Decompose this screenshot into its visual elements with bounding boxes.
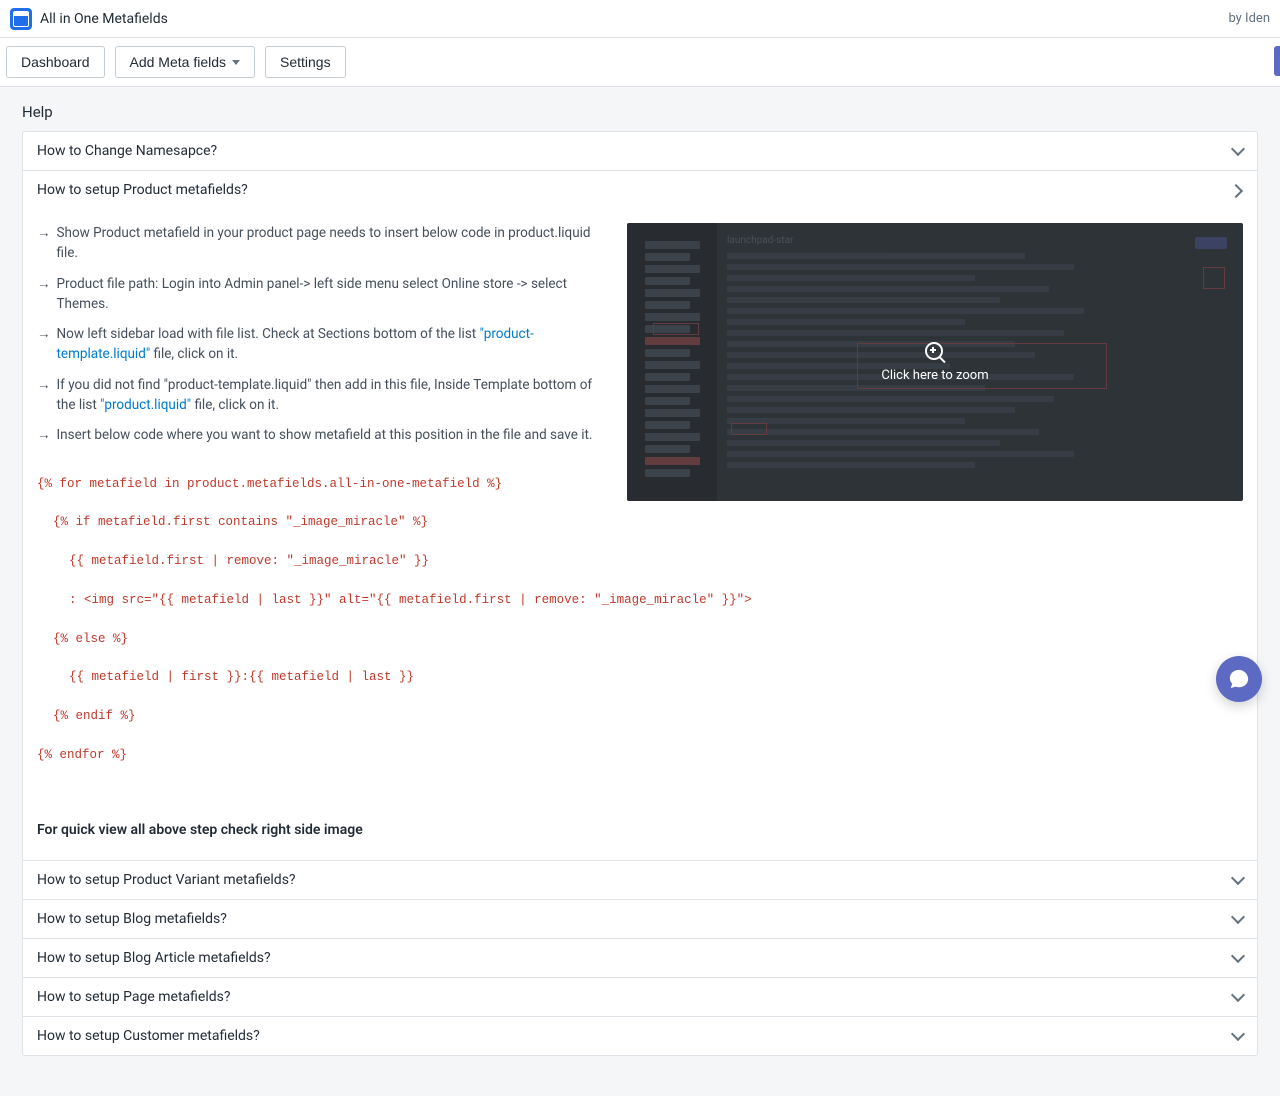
acc-title: How to Change Namesapce? bbox=[37, 143, 217, 159]
acc-header[interactable]: How to setup Page metafields? bbox=[23, 978, 1257, 1016]
help-accordion: How to Change Namesapce? How to setup Pr… bbox=[22, 131, 1258, 1056]
acc-header[interactable]: How to Change Namesapce? bbox=[23, 132, 1257, 170]
right-edge-button[interactable] bbox=[1274, 46, 1280, 76]
byline: by Iden bbox=[1228, 11, 1270, 26]
chat-icon bbox=[1228, 668, 1250, 690]
acc-item-variant: How to setup Product Variant metafields? bbox=[23, 861, 1257, 900]
chat-launcher[interactable] bbox=[1216, 656, 1262, 702]
chevron-down-icon bbox=[1233, 1031, 1243, 1041]
topbar: All in One Metafields by Iden bbox=[0, 0, 1280, 38]
acc-item-page: How to setup Page metafields? bbox=[23, 978, 1257, 1017]
chevron-right-icon bbox=[1233, 185, 1243, 195]
chevron-down-icon bbox=[1233, 875, 1243, 885]
step-text: Now left sidebar load with file list. Ch… bbox=[57, 324, 610, 365]
chevron-down-icon bbox=[1233, 914, 1243, 924]
arrow-icon: → bbox=[37, 425, 51, 445]
acc-header[interactable]: How to setup Product metafields? bbox=[23, 171, 1257, 209]
add-metafields-label: Add Meta fields bbox=[130, 54, 227, 70]
code-block: {% for metafield in product.metafields.a… bbox=[37, 455, 609, 804]
step-text: Product file path: Login into Admin pane… bbox=[57, 274, 610, 315]
step-text: If you did not find "product-template.li… bbox=[57, 375, 610, 416]
chevron-down-icon bbox=[232, 60, 240, 65]
arrow-icon: → bbox=[37, 375, 51, 416]
arrow-icon: → bbox=[37, 223, 51, 264]
app-title: All in One Metafields bbox=[40, 11, 168, 27]
acc-title: How to setup Customer metafields? bbox=[37, 1028, 260, 1044]
chevron-down-icon bbox=[1233, 146, 1243, 156]
acc-item-customer: How to setup Customer metafields? bbox=[23, 1017, 1257, 1055]
navbar: Dashboard Add Meta fields Settings bbox=[0, 38, 1280, 87]
acc-item-blog: How to setup Blog metafields? bbox=[23, 900, 1257, 939]
step-text: Insert below code where you want to show… bbox=[57, 425, 593, 445]
acc-header[interactable]: How to setup Product Variant metafields? bbox=[23, 861, 1257, 899]
dashboard-button[interactable]: Dashboard bbox=[6, 46, 105, 78]
acc-item-product: How to setup Product metafields? →Show P… bbox=[23, 171, 1257, 861]
zoom-label: Click here to zoom bbox=[881, 368, 988, 383]
screenshot-thumbnail[interactable]: launchpad-star bbox=[627, 223, 1243, 501]
acc-body: →Show Product metafield in your product … bbox=[23, 209, 1257, 860]
page-title: Help bbox=[0, 87, 1280, 131]
arrow-icon: → bbox=[37, 274, 51, 315]
acc-title: How to setup Blog Article metafields? bbox=[37, 950, 271, 966]
acc-title: How to setup Product metafields? bbox=[37, 182, 248, 198]
add-metafields-button[interactable]: Add Meta fields bbox=[115, 46, 256, 78]
note-text: For quick view all above step check righ… bbox=[37, 822, 609, 838]
file-link[interactable]: "product.liquid" bbox=[100, 397, 191, 413]
acc-item-namespace: How to Change Namesapce? bbox=[23, 132, 1257, 171]
settings-button[interactable]: Settings bbox=[265, 46, 346, 78]
acc-title: How to setup Product Variant metafields? bbox=[37, 872, 296, 888]
acc-header[interactable]: How to setup Blog metafields? bbox=[23, 900, 1257, 938]
acc-item-blog-article: How to setup Blog Article metafields? bbox=[23, 939, 1257, 978]
step-text: Show Product metafield in your product p… bbox=[57, 223, 610, 264]
chevron-down-icon bbox=[1233, 953, 1243, 963]
acc-header[interactable]: How to setup Customer metafields? bbox=[23, 1017, 1257, 1055]
arrow-icon: → bbox=[37, 324, 51, 365]
acc-header[interactable]: How to setup Blog Article metafields? bbox=[23, 939, 1257, 977]
app-icon bbox=[10, 8, 32, 30]
acc-title: How to setup Blog metafields? bbox=[37, 911, 227, 927]
chevron-down-icon bbox=[1233, 992, 1243, 1002]
zoom-icon bbox=[925, 342, 945, 362]
acc-title: How to setup Page metafields? bbox=[37, 989, 231, 1005]
